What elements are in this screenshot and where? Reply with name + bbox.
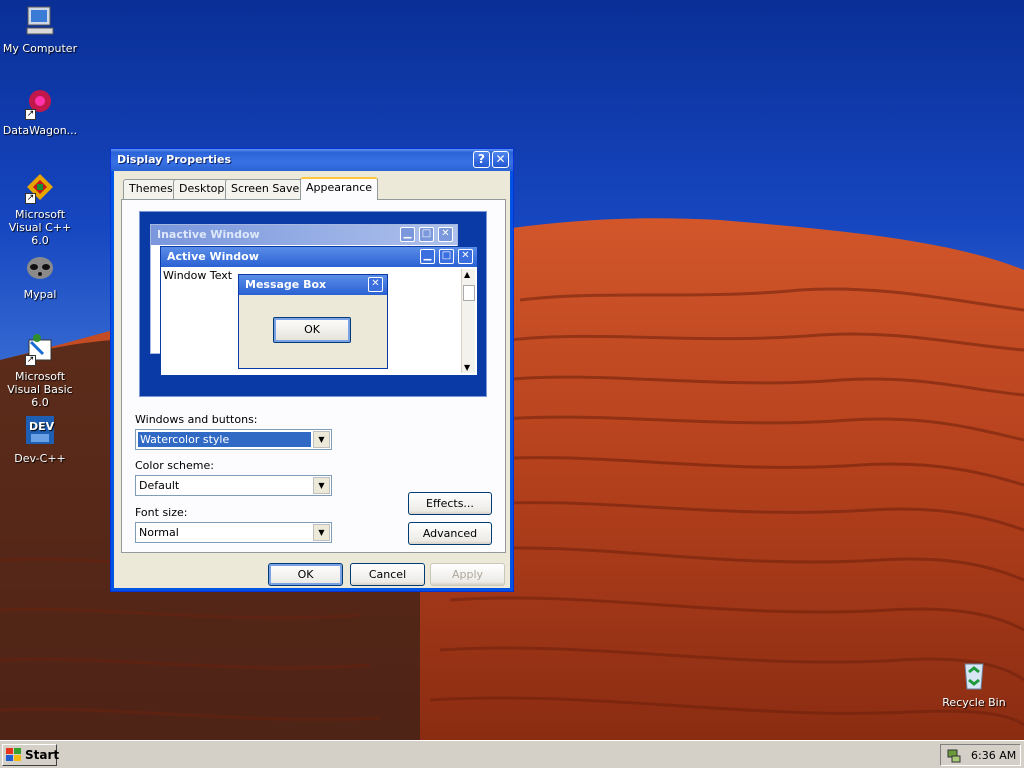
shortcut-arrow-icon: ↗ (25, 355, 36, 366)
font-size-value: Normal (139, 526, 179, 539)
color-scheme-select[interactable]: Default ▼ (135, 475, 332, 496)
windows-buttons-value: Watercolor style (138, 432, 311, 447)
windows-logo-icon (6, 748, 22, 765)
preview-message-titlebar: Message Box (239, 275, 387, 295)
desktop-icon-datawagon[interactable]: ↗ DataWagon... (0, 86, 80, 137)
chevron-down-icon[interactable]: ▼ (313, 524, 330, 541)
mypal-icon (23, 250, 57, 284)
preview-inactive-title: Inactive Window (157, 228, 260, 241)
display-properties-dialog: Display Properties ? ✕ Themes Desktop Sc… (110, 148, 514, 592)
preview-scrollbar: ▲ ▼ (461, 269, 475, 373)
font-size-select[interactable]: Normal ▼ (135, 522, 332, 543)
start-button[interactable]: Start (2, 744, 60, 766)
desktop-icon-dev-cpp[interactable]: DEV Dev-C++ (0, 414, 80, 465)
desktop-icon-my-computer[interactable]: My Computer (0, 4, 80, 55)
preview-window-text: Window Text (163, 269, 233, 282)
cancel-button[interactable]: Cancel (350, 563, 425, 586)
chevron-down-icon[interactable]: ▼ (313, 477, 330, 494)
preview-maximize-icon: □ (419, 227, 434, 242)
network-tray-icon[interactable] (946, 748, 962, 767)
ok-button[interactable]: OK (268, 563, 343, 586)
preview-minimize-icon: ▁ (400, 227, 415, 242)
preview-close-icon: ✕ (368, 277, 383, 292)
dialog-title-bar[interactable]: Display Properties ? ✕ (111, 149, 513, 171)
system-tray: 6:36 AM (940, 744, 1021, 766)
tab-appearance[interactable]: Appearance (300, 177, 379, 200)
preview-maximize-icon: □ (439, 249, 454, 264)
effects-button[interactable]: Effects... (408, 492, 492, 515)
desktop-icon-label: DataWagon... (2, 124, 78, 137)
desktop-icon-recycle-bin[interactable]: Recycle Bin (934, 658, 1014, 709)
recycle-bin-icon (957, 658, 991, 692)
advanced-button[interactable]: Advanced (408, 522, 492, 545)
preview-close-icon: ✕ (458, 249, 473, 264)
color-scheme-label: Color scheme: (135, 459, 214, 472)
desktop-icon-mypal[interactable]: Mypal (0, 250, 80, 301)
clock[interactable]: 6:36 AM (971, 749, 1016, 762)
svg-text:DEV: DEV (29, 420, 55, 433)
desktop-icon-label: Recycle Bin (942, 696, 1006, 709)
desktop-icon-label: Microsoft Visual C++ 6.0 (8, 208, 72, 247)
font-size-label: Font size: (135, 506, 188, 519)
datawagon-icon: ↗ (23, 86, 57, 120)
chevron-down-icon[interactable]: ▼ (313, 431, 330, 448)
shortcut-arrow-icon: ↗ (25, 193, 36, 204)
visual-cpp-icon: ↗ (23, 170, 57, 204)
preview-ok-button: OK (273, 317, 351, 343)
taskbar: Start 6:36 AM (0, 740, 1024, 768)
preview-message-title: Message Box (245, 278, 327, 291)
dev-cpp-icon: DEV (23, 414, 57, 448)
tab-desktop[interactable]: Desktop (173, 179, 231, 199)
preview-scroll-thumb (463, 285, 475, 301)
tab-themes[interactable]: Themes (123, 179, 179, 199)
preview-close-icon: ✕ (438, 227, 453, 242)
desktop-icon-visual-cpp[interactable]: ↗ Microsoft Visual C++ 6.0 (0, 170, 80, 247)
color-scheme-value: Default (139, 479, 180, 492)
desktop-icon-label: Dev-C++ (14, 452, 66, 465)
visual-basic-icon: ↗ (23, 332, 57, 366)
scroll-up-icon: ▲ (464, 270, 471, 279)
preview-active-title: Active Window (167, 250, 259, 263)
shortcut-arrow-icon: ↗ (25, 109, 36, 120)
windows-buttons-select[interactable]: Watercolor style ▼ (135, 429, 332, 450)
tab-screen-saver[interactable]: Screen Saver (225, 179, 310, 199)
desktop-icon-label: Microsoft Visual Basic 6.0 (7, 370, 73, 409)
start-label: Start (25, 748, 60, 762)
desktop-icon-visual-basic[interactable]: ↗ Microsoft Visual Basic 6.0 (0, 332, 80, 409)
my-computer-icon (23, 4, 57, 38)
windows-buttons-label: Windows and buttons: (135, 413, 258, 426)
desktop-icon-label: My Computer (2, 42, 78, 55)
preview-minimize-icon: ▁ (420, 249, 435, 264)
apply-button[interactable]: Apply (430, 563, 505, 586)
help-button[interactable]: ? (473, 151, 490, 168)
dialog-title: Display Properties (117, 153, 232, 166)
appearance-preview: Inactive Window ▁ □ ✕ Active Window ▁ □ … (139, 211, 487, 397)
desktop-icon-label: Mypal (23, 288, 57, 301)
close-button[interactable]: ✕ (492, 151, 509, 168)
scroll-down-icon: ▼ (464, 363, 471, 372)
preview-message-box: Message Box ✕ OK (238, 274, 388, 369)
